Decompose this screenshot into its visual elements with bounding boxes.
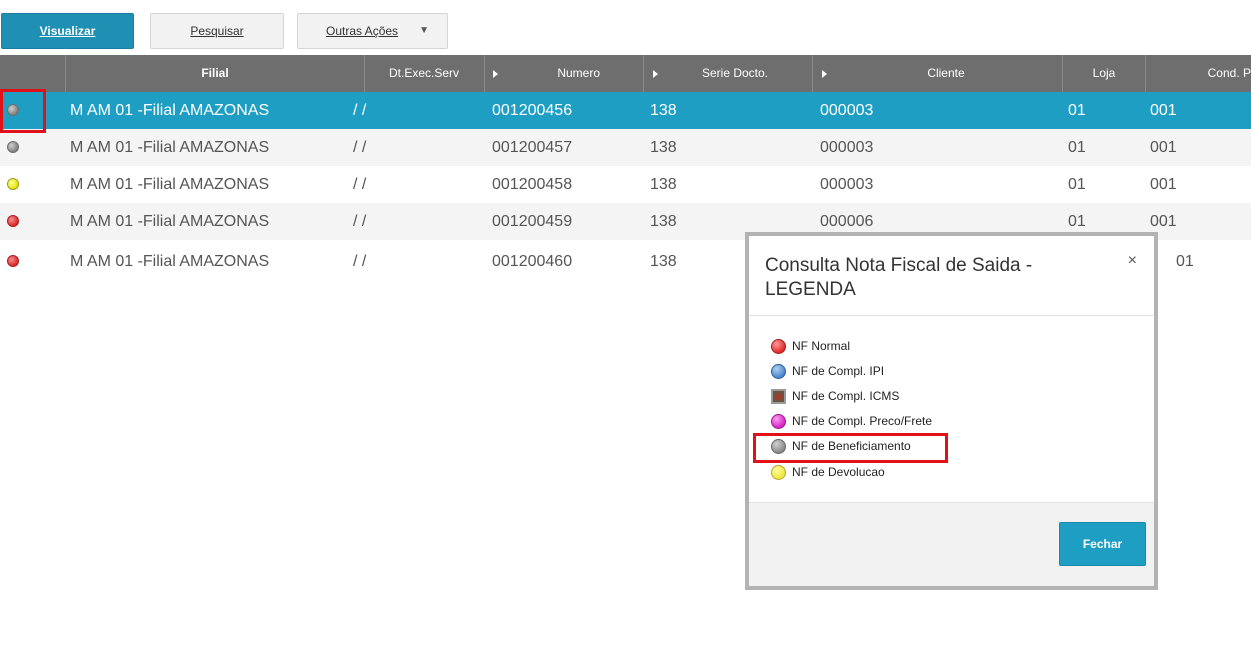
cell-loja: 01 bbox=[1176, 253, 1194, 270]
cell-dt-exec-serv: / / bbox=[353, 213, 367, 230]
cell-cond: 001 bbox=[1150, 139, 1177, 156]
table-row[interactable]: M AM 01 -Filial AMAZONAS / / 001200458 1… bbox=[0, 166, 1251, 203]
legend-item: NF de Compl. IPI bbox=[771, 361, 884, 381]
column-header-loja[interactable]: Loja bbox=[1063, 55, 1145, 92]
column-header-cliente[interactable]: Cliente bbox=[830, 55, 1062, 92]
header-divider bbox=[643, 55, 644, 92]
legend-label: NF de Compl. Preco/Frete bbox=[792, 414, 933, 428]
legend-item: NF de Compl. ICMS bbox=[771, 386, 899, 406]
highlight-box bbox=[0, 89, 46, 133]
cell-cliente: 000003 bbox=[820, 176, 874, 193]
column-header-filial[interactable]: Filial bbox=[66, 55, 364, 92]
cell-numero: 001200458 bbox=[492, 176, 573, 193]
cell-dt-exec-serv: / / bbox=[353, 102, 367, 119]
cell-numero: 001200457 bbox=[492, 139, 573, 156]
divider bbox=[749, 315, 1154, 316]
visualizar-button[interactable]: Visualizar bbox=[1, 13, 134, 49]
fechar-button[interactable]: Fechar bbox=[1059, 522, 1146, 566]
header-divider bbox=[484, 55, 485, 92]
cell-filial: M AM 01 -Filial AMAZONAS bbox=[70, 102, 270, 119]
status-red-icon[interactable] bbox=[7, 255, 19, 267]
cell-filial: M AM 01 -Filial AMAZONAS bbox=[70, 213, 270, 230]
cell-loja: 01 bbox=[1068, 102, 1086, 119]
cell-filial: M AM 01 -Filial AMAZONAS bbox=[70, 139, 270, 156]
cell-cond: 001 bbox=[1150, 102, 1177, 119]
cell-dt-exec-serv: / / bbox=[353, 176, 367, 193]
legend-label: NF de Compl. IPI bbox=[792, 364, 885, 378]
outras-acoes-label: Outras Ações bbox=[326, 24, 399, 38]
legend-dialog: Consulta Nota Fiscal de Saida - LEGENDA … bbox=[745, 232, 1158, 590]
sort-arrow-icon[interactable] bbox=[822, 70, 827, 78]
column-header-dt-exec-serv[interactable]: Dt.Exec.Serv bbox=[365, 55, 483, 92]
magenta-circle-icon bbox=[771, 413, 786, 429]
cell-numero: 001200460 bbox=[492, 253, 573, 270]
brown-square-icon bbox=[771, 388, 786, 404]
sort-arrow-icon[interactable] bbox=[493, 70, 498, 78]
pesquisar-button[interactable]: Pesquisar bbox=[150, 13, 284, 49]
cell-dt-exec-serv: / / bbox=[353, 139, 367, 156]
status-gray-icon[interactable] bbox=[7, 141, 19, 153]
cell-serie: 138 bbox=[650, 253, 677, 270]
cell-dt-exec-serv: / / bbox=[353, 253, 367, 270]
cell-numero: 001200456 bbox=[492, 102, 573, 119]
legend-label: NF de Devolucao bbox=[792, 465, 885, 479]
cell-cliente: 000003 bbox=[820, 102, 874, 119]
table-row[interactable]: M AM 01 -Filial AMAZONAS / / 001200457 1… bbox=[0, 129, 1251, 166]
column-header-serie-docto[interactable]: Serie Docto. bbox=[660, 55, 810, 92]
cell-cond: 001 bbox=[1150, 176, 1177, 193]
legend-item: NF Normal bbox=[771, 336, 850, 356]
table-row[interactable]: M AM 01 -Filial AMAZONAS / / 001200456 1… bbox=[0, 92, 1251, 129]
grid-header: Filial Dt.Exec.Serv Numero Serie Docto. … bbox=[0, 55, 1251, 92]
cell-cliente: 000003 bbox=[820, 139, 874, 156]
cell-serie: 138 bbox=[650, 102, 677, 119]
cell-serie: 138 bbox=[650, 213, 677, 230]
legend-label: NF Normal bbox=[792, 339, 851, 353]
red-circle-icon bbox=[771, 338, 786, 354]
cell-filial: M AM 01 -Filial AMAZONAS bbox=[70, 253, 270, 270]
cell-loja: 01 bbox=[1068, 139, 1086, 156]
header-divider bbox=[1145, 55, 1146, 92]
cell-numero: 001200459 bbox=[492, 213, 573, 230]
cell-filial: M AM 01 -Filial AMAZONAS bbox=[70, 176, 270, 193]
pesquisar-label: Pesquisar bbox=[190, 24, 244, 38]
column-header-numero[interactable]: Numero bbox=[500, 55, 640, 92]
column-header-cond-pagto[interactable]: Cond. P bbox=[1170, 55, 1251, 92]
cell-serie: 138 bbox=[650, 139, 677, 156]
dialog-title: Consulta Nota Fiscal de Saida - LEGENDA bbox=[765, 255, 1033, 300]
column-header-numero-label: Numero bbox=[557, 66, 600, 80]
blue-circle-icon bbox=[771, 363, 786, 379]
outras-acoes-dropdown[interactable]: Outras Ações ▼ bbox=[297, 13, 448, 49]
cell-loja: 01 bbox=[1068, 176, 1086, 193]
close-icon[interactable]: × bbox=[1128, 252, 1137, 270]
status-yellow-icon[interactable] bbox=[7, 178, 19, 190]
yellow-circle-icon bbox=[771, 464, 786, 480]
highlight-box bbox=[753, 433, 948, 463]
column-header-cond-label: Cond. P bbox=[1207, 66, 1251, 80]
visualizar-label: Visualizar bbox=[39, 24, 96, 38]
chevron-down-icon: ▼ bbox=[419, 25, 429, 36]
status-red-icon[interactable] bbox=[7, 215, 19, 227]
legend-item: NF de Devolucao bbox=[771, 462, 885, 482]
legend-item: NF de Compl. Preco/Frete bbox=[771, 411, 932, 431]
header-divider bbox=[812, 55, 813, 92]
sort-arrow-icon[interactable] bbox=[653, 70, 658, 78]
cell-serie: 138 bbox=[650, 176, 677, 193]
legend-label: NF de Compl. ICMS bbox=[792, 389, 900, 403]
